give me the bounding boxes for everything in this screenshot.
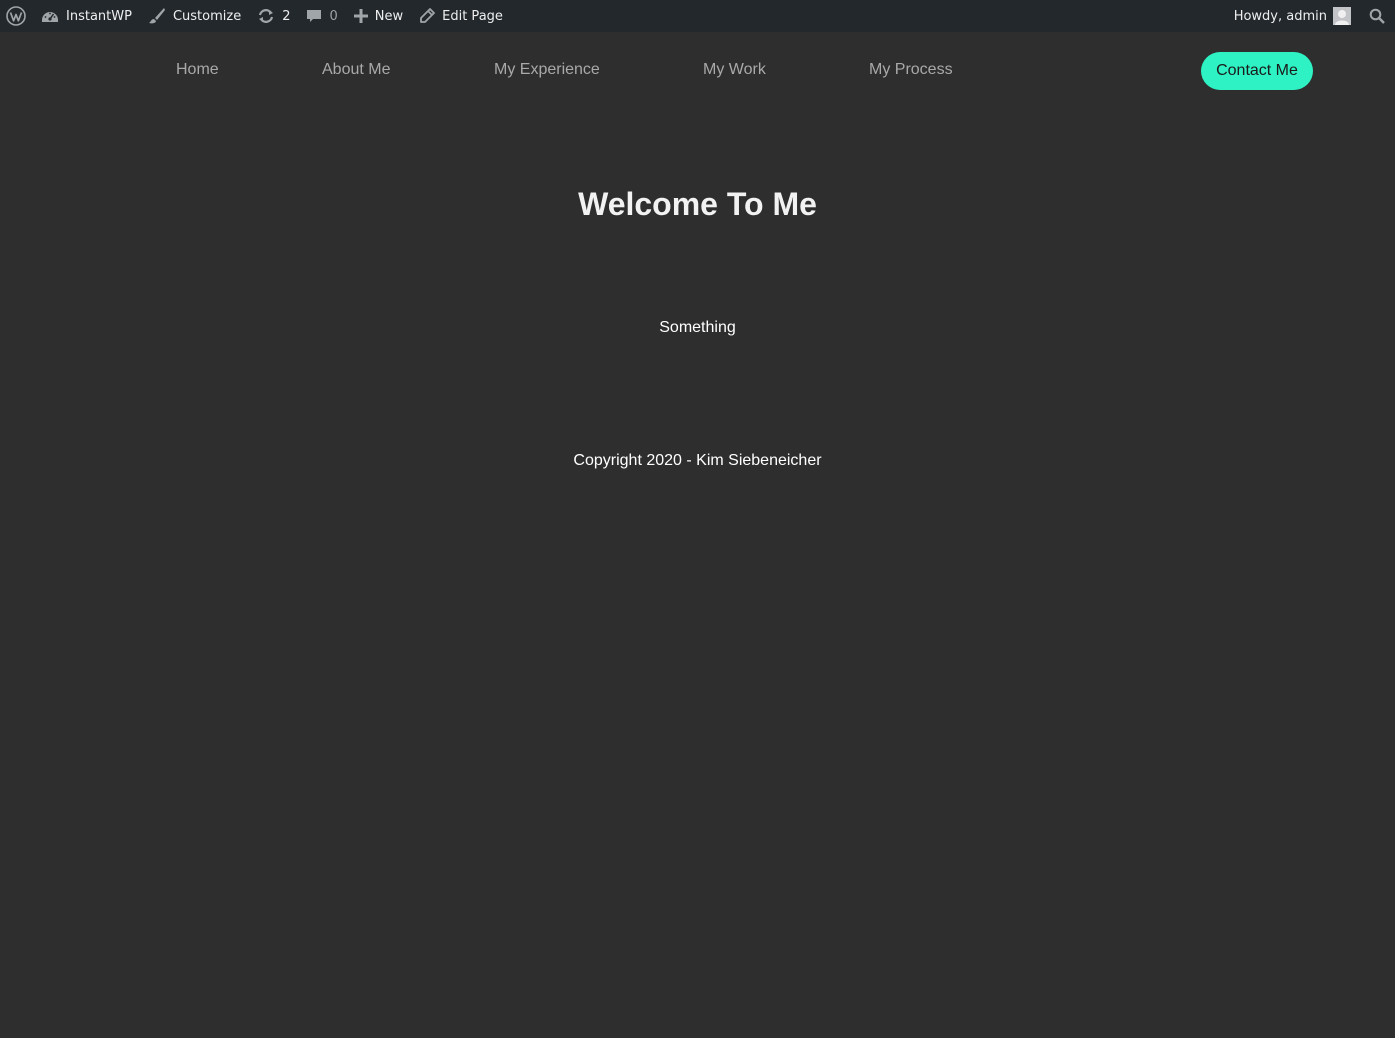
updates-count: 2 xyxy=(282,8,291,24)
nav-my-experience[interactable]: My Experience xyxy=(494,61,600,79)
site-name-link[interactable]: InstantWP xyxy=(33,0,140,32)
edit-page-link[interactable]: Edit Page xyxy=(411,0,511,32)
edit-pencil-icon xyxy=(419,8,436,24)
page-title: Welcome To Me xyxy=(578,186,817,222)
admin-bar-right: Howdy, admin xyxy=(1226,0,1395,32)
comments-link[interactable]: 0 xyxy=(298,0,345,32)
customize-link[interactable]: Customize xyxy=(140,0,249,32)
site-name-label: InstantWP xyxy=(66,8,132,24)
comments-icon xyxy=(306,8,322,24)
account-menu[interactable]: Howdy, admin xyxy=(1226,0,1359,32)
account-greeting: Howdy, admin xyxy=(1233,8,1327,24)
customize-label: Customize xyxy=(172,8,242,24)
footer-copyright: Copyright 2020 - Kim Siebeneicher xyxy=(573,452,822,469)
wordpress-logo-icon xyxy=(6,6,26,26)
site-navigation: Home About Me My Experience My Work My P… xyxy=(0,32,1395,110)
edit-page-label: Edit Page xyxy=(442,8,503,24)
comments-count: 0 xyxy=(329,8,338,24)
admin-bar: InstantWP Customize 2 0 New Edit Page Ho… xyxy=(0,0,1395,32)
updates-icon xyxy=(257,8,275,24)
nav-my-work[interactable]: My Work xyxy=(703,61,766,79)
plus-icon xyxy=(353,9,368,23)
dashboard-icon xyxy=(41,8,59,24)
nav-about-me[interactable]: About Me xyxy=(322,61,390,79)
search-icon xyxy=(1369,8,1385,24)
nav-home[interactable]: Home xyxy=(176,61,219,79)
new-label: New xyxy=(374,8,404,24)
nav-my-process[interactable]: My Process xyxy=(869,61,953,79)
admin-search[interactable] xyxy=(1359,0,1395,32)
wordpress-menu[interactable] xyxy=(0,0,33,32)
new-content-link[interactable]: New xyxy=(346,0,411,32)
page-text: Something xyxy=(659,319,736,336)
contact-me-button[interactable]: Contact Me xyxy=(1201,52,1313,90)
updates-link[interactable]: 2 xyxy=(249,0,298,32)
avatar xyxy=(1333,7,1351,25)
admin-bar-left: InstantWP Customize 2 0 New Edit Page xyxy=(0,0,511,32)
customize-brush-icon xyxy=(148,7,166,25)
